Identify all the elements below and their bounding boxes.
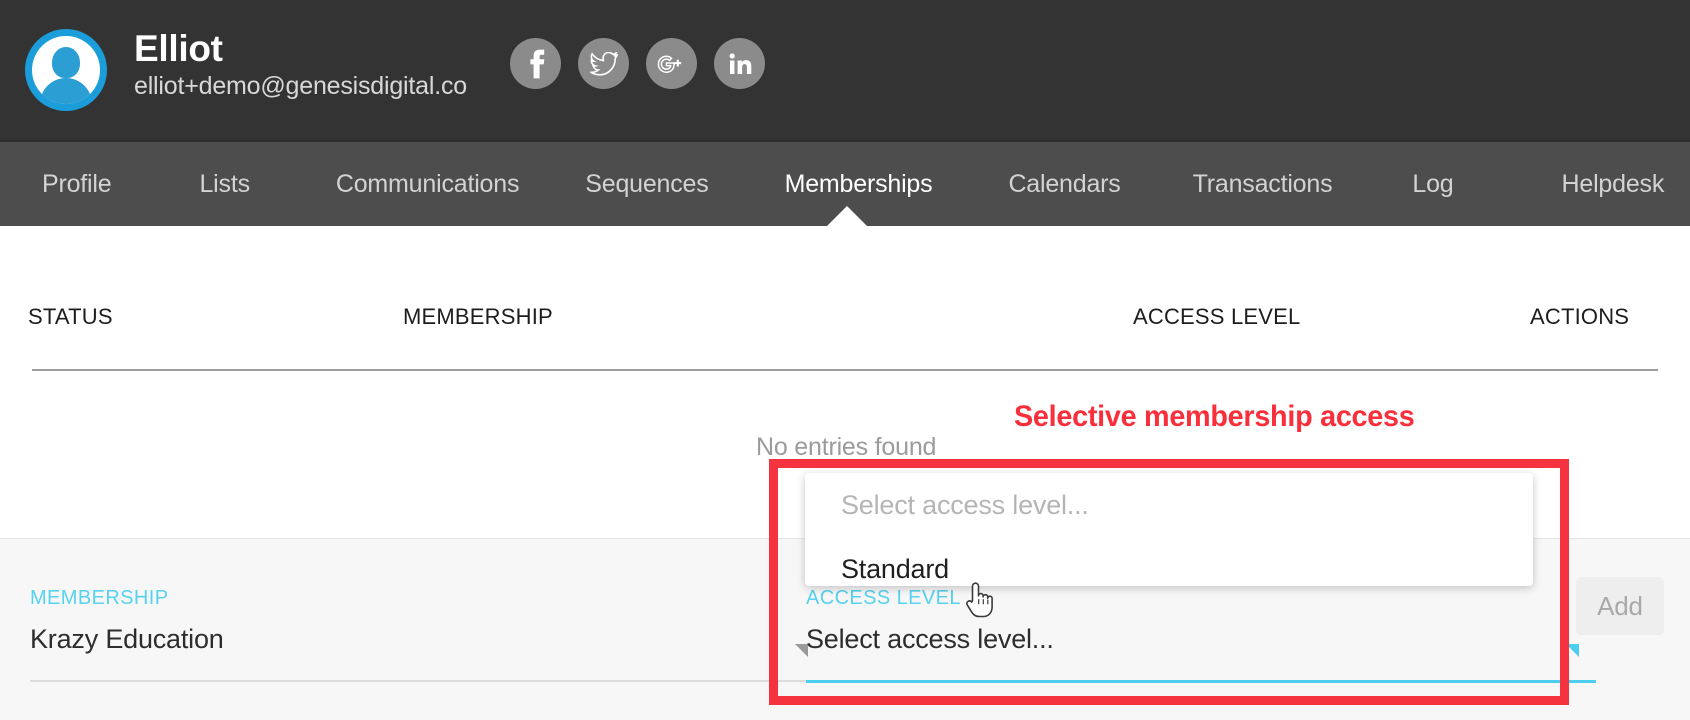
table-header-divider [32, 369, 1658, 371]
nav-item-communications[interactable]: Communications [336, 170, 520, 199]
nav-item-sequences[interactable]: Sequences [585, 170, 709, 199]
nav-item-memberships[interactable]: Memberships [785, 170, 933, 199]
access-level-dropdown: Select access level... Standard [805, 473, 1533, 586]
annotation-label: Selective membership access [1014, 400, 1415, 433]
social-links [510, 38, 765, 89]
google-plus-icon[interactable] [646, 38, 697, 89]
membership-select-label: MEMBERSHIP [30, 587, 169, 609]
avatar [25, 29, 107, 111]
access-level-select-label: ACCESS LEVEL [806, 587, 961, 609]
nav-item-transactions[interactable]: Transactions [1193, 170, 1333, 199]
avatar-body-shape [40, 78, 92, 104]
user-email: elliot+demo@genesisdigital.co [134, 72, 467, 100]
add-button[interactable]: Add [1576, 577, 1664, 635]
facebook-icon[interactable] [510, 38, 561, 89]
memberships-table-header: STATUS MEMBERSHIP ACCESS LEVEL ACTIONS [0, 226, 1690, 371]
access-level-select-value: Select access level... [806, 624, 1054, 654]
active-tab-indicator-icon [826, 206, 868, 227]
triangle-down-icon[interactable] [1566, 644, 1579, 657]
column-header-membership: MEMBERSHIP [403, 304, 553, 329]
membership-select-value: Krazy Education [30, 624, 224, 654]
main-nav: Profile Lists Communications Sequences M… [0, 140, 1690, 227]
column-header-actions: ACTIONS [1530, 304, 1630, 329]
nav-item-helpdesk[interactable]: Helpdesk [1562, 170, 1665, 199]
dropdown-option-standard[interactable]: Standard [841, 554, 949, 585]
user-avatar-icon [32, 36, 100, 104]
nav-item-log[interactable]: Log [1412, 170, 1453, 199]
linkedin-icon[interactable] [714, 38, 765, 89]
access-level-select-underline [806, 680, 1596, 683]
twitter-icon[interactable] [578, 38, 629, 89]
membership-select-underline [30, 680, 820, 682]
column-header-status: STATUS [28, 304, 113, 329]
avatar-head-shape [52, 47, 80, 78]
empty-state-message: No entries found [756, 433, 937, 461]
user-name: Elliot [134, 28, 223, 69]
dropdown-option-placeholder[interactable]: Select access level... [841, 490, 1089, 521]
column-header-access-level: ACCESS LEVEL [1133, 304, 1301, 329]
nav-item-lists[interactable]: Lists [199, 170, 250, 199]
nav-item-calendars[interactable]: Calendars [1008, 170, 1120, 199]
nav-item-profile[interactable]: Profile [42, 170, 112, 199]
app-header: Elliot elliot+demo@genesisdigital.co [0, 0, 1690, 140]
